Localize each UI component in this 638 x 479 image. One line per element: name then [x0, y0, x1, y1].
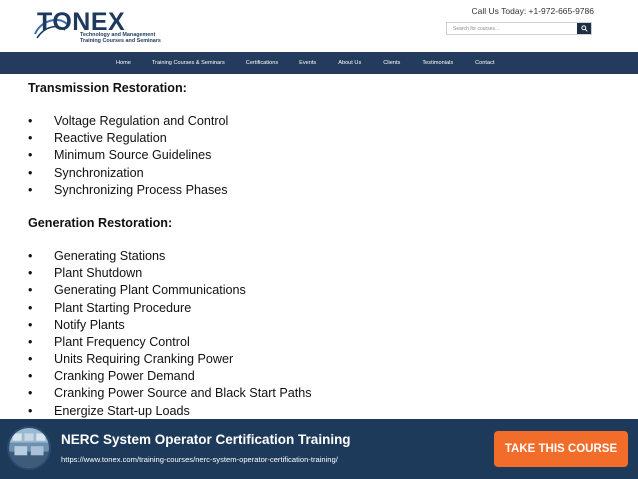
list-item: • Voltage Regulation and Control [28, 113, 628, 130]
logo-tagline-line: Training Courses and Seminars [80, 38, 161, 45]
list-item-text: Synchronization [54, 165, 144, 180]
course-thumbnail[interactable] [7, 426, 51, 470]
call-us-text: Call Us Today: +1-972-665-9786 [471, 6, 594, 16]
site-header: TONEX Technology and Management Training… [0, 0, 638, 52]
list-item: • Notify Plants [28, 317, 628, 334]
list-item: • Minimum Source Guidelines [28, 147, 628, 164]
bullet: • [28, 403, 33, 418]
bullet: • [28, 386, 33, 401]
bullet: • [28, 248, 33, 263]
course-banner: NERC System Operator Certification Train… [0, 419, 638, 479]
list-item: • Synchronizing Process Phases [28, 182, 628, 199]
list-item: • Reactive Regulation [28, 130, 628, 147]
bullet: • [28, 266, 33, 281]
bullet: • [28, 114, 33, 128]
list-item: • Cranking Power Demand [28, 368, 628, 385]
list-item-text: Minimum Source Guidelines [54, 148, 212, 163]
search-box [446, 22, 592, 35]
list-item-text: Synchronizing Process Phases [54, 182, 228, 197]
list-item-text: Reactive Regulation [54, 131, 167, 146]
bullet: • [28, 369, 33, 384]
list-item-text: Generating Plant Communications [54, 283, 246, 298]
list-item: • Energize Start-up Loads [28, 403, 628, 420]
course-url-link[interactable]: https://www.tonex.com/training-courses/n… [61, 455, 338, 464]
course-outline: Transmission Restoration: • Voltage Regul… [28, 80, 628, 420]
list-item: • Plant Starting Procedure [28, 300, 628, 317]
list-item: • Synchronization [28, 165, 628, 182]
list-item-text: Cranking Power Demand [54, 369, 195, 384]
list-item-text: Units Requiring Cranking Power [54, 352, 234, 367]
list-item-text: Plant Starting Procedure [54, 300, 192, 315]
list-item-text: Voltage Regulation and Control [54, 114, 229, 128]
list-item: • Plant Frequency Control [28, 334, 628, 351]
list-item-text: Energize Start-up Loads [54, 403, 190, 418]
bullet: • [28, 283, 33, 298]
list-item-text: Generating Stations [54, 248, 166, 263]
search-icon [580, 25, 588, 32]
section-heading-transmission: Transmission Restoration: [28, 81, 187, 95]
nav-items: Home Training Courses & Seminars Certifi… [116, 52, 494, 74]
list-item: • Plant Shutdown [28, 265, 628, 282]
list-item: • Cranking Power Source and Black Start P… [28, 385, 628, 402]
list-item: • Generating Stations [28, 248, 628, 265]
nav-item-certifications[interactable]: Certifications [246, 60, 278, 66]
bullet: • [28, 317, 33, 332]
nav-item-events[interactable]: Events [299, 60, 316, 66]
search-input[interactable] [447, 23, 578, 34]
bullet: • [28, 182, 33, 197]
nav-item-about-us[interactable]: About Us [338, 60, 361, 66]
course-title[interactable]: NERC System Operator Certification Train… [61, 432, 351, 447]
control-room-image [9, 428, 49, 468]
section-heading-generation: Generation Restoration: [28, 215, 173, 230]
bullet: • [28, 334, 33, 349]
bullet: • [28, 300, 33, 315]
bullet: • [28, 352, 33, 367]
nav-item-contact[interactable]: Contact [475, 60, 494, 66]
list-item-text: Notify Plants [54, 317, 125, 332]
bullet: • [28, 165, 33, 180]
generation-list: • Generating Stations • Plant Shutdown • Ge… [28, 248, 628, 420]
main-nav: Home Training Courses & Seminars Certifi… [0, 52, 638, 74]
transmission-list: • Voltage Regulation and Control • Reactiv… [28, 113, 628, 199]
bullet: • [28, 148, 33, 163]
list-item-text: Plant Frequency Control [54, 334, 190, 349]
search-button[interactable] [577, 23, 591, 34]
list-item: • Units Requiring Cranking Power [28, 351, 628, 368]
nav-item-training-courses[interactable]: Training Courses & Seminars [152, 60, 225, 66]
logo-tagline: Technology and Management Training Cours… [80, 32, 210, 45]
bullet: • [28, 131, 33, 146]
nav-item-clients[interactable]: Clients [383, 60, 400, 66]
nav-item-testimonials[interactable]: Testimonials [422, 60, 453, 66]
list-item: • Generating Plant Communications [28, 282, 628, 299]
list-item-text: Plant Shutdown [54, 266, 143, 281]
nav-item-home[interactable]: Home [116, 60, 131, 66]
take-this-course-button[interactable]: TAKE THIS COURSE [494, 431, 628, 467]
tonex-logo[interactable]: TONEX Technology and Management Training… [33, 6, 203, 48]
list-item-text: Cranking Power Source and Black Start Pa… [54, 386, 312, 401]
